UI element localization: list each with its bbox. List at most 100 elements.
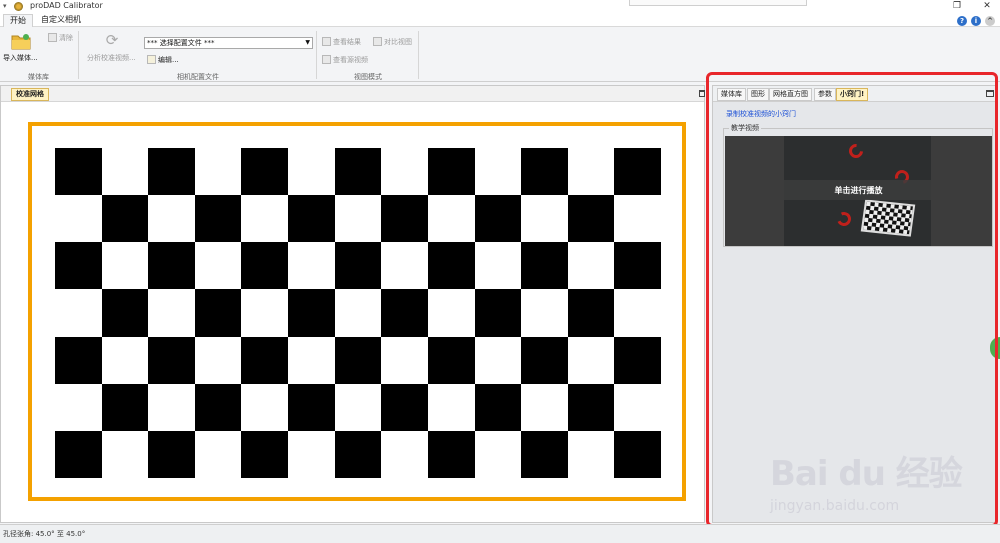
restore-button[interactable]: ❐ xyxy=(950,1,964,12)
checker-square xyxy=(55,242,102,290)
checker-square xyxy=(194,289,242,337)
ribbon-collapse-icon[interactable]: ^ xyxy=(985,16,995,26)
checker-square xyxy=(381,195,428,243)
checker-square xyxy=(55,148,102,196)
watermark-url: jingyan.baidu.com xyxy=(770,498,900,514)
checker-square xyxy=(567,289,615,337)
tab-start[interactable]: 开始 xyxy=(3,14,33,27)
checker-square xyxy=(521,430,568,478)
title-bar: ▾ proDAD Calibrator ❐ ✕ xyxy=(0,0,1000,13)
checker-square xyxy=(567,195,615,243)
checker-square xyxy=(288,195,335,243)
app-window: ▾ proDAD Calibrator ❐ ✕ 开始 自定义相机 ? i ^ 导… xyxy=(0,0,1000,543)
checker-square xyxy=(474,195,522,243)
quick-access-dropdown-icon[interactable]: ▾ xyxy=(3,2,10,11)
tab-parameters[interactable]: 参数 xyxy=(814,88,836,101)
checker-square xyxy=(334,242,382,290)
checker-square xyxy=(474,383,522,431)
video-checkerboard-thumbnail xyxy=(860,199,916,237)
checker-square xyxy=(334,336,382,384)
tab-custom-camera[interactable]: 自定义相机 xyxy=(35,14,87,27)
checker-square xyxy=(614,430,661,478)
app-logo-icon xyxy=(14,2,23,11)
group-label-camera-config: 相机配置文件 xyxy=(177,73,219,81)
view-source-label: 查看源视频 xyxy=(333,56,368,64)
checker-square xyxy=(148,242,195,290)
import-folder-icon[interactable] xyxy=(11,32,31,50)
info-icon[interactable]: i xyxy=(971,16,981,26)
view-result-label: 查看结果 xyxy=(333,38,361,46)
checker-square xyxy=(614,148,661,196)
chevron-down-icon: ▼ xyxy=(305,39,310,46)
help-icon[interactable]: ? xyxy=(957,16,967,26)
ribbon-separator xyxy=(418,31,419,79)
checker-square xyxy=(194,383,242,431)
checker-square xyxy=(148,336,195,384)
tab-graphics[interactable]: 图形 xyxy=(747,88,769,101)
import-media-button[interactable]: 导入媒体... xyxy=(3,53,38,63)
checker-square xyxy=(614,242,661,290)
ribbon: 导入媒体... 清除 ⟳ 分析校准视频... *** 选择配置文件 *** ▼ … xyxy=(0,28,1000,82)
checker-square xyxy=(101,289,149,337)
group-label-media: 媒体库 xyxy=(28,73,49,81)
checker-square xyxy=(55,336,102,384)
tab-media-library[interactable]: 媒体库 xyxy=(717,88,746,101)
tips-recording-link[interactable]: 录制校准视频的小窍门 xyxy=(726,109,796,119)
config-file-select[interactable]: *** 选择配置文件 *** ▼ xyxy=(144,37,313,49)
maximize-right-panel-icon[interactable] xyxy=(986,90,994,97)
edit-icon xyxy=(147,55,156,64)
title-popup-strip xyxy=(629,0,807,6)
clear-button[interactable]: 清除 xyxy=(48,33,73,43)
checker-square xyxy=(101,195,149,243)
checker-square xyxy=(241,336,289,384)
checker-square xyxy=(241,242,289,290)
panel-tab-strip xyxy=(1,86,704,102)
checker-square xyxy=(101,383,149,431)
view-result-icon xyxy=(322,37,331,46)
checker-square xyxy=(427,148,475,196)
checker-square xyxy=(381,383,428,431)
compare-view-label: 对比视图 xyxy=(384,38,412,46)
tutorial-video-group: 教学视频 单击进行播放 xyxy=(723,123,993,247)
tutorial-video-label: 教学视频 xyxy=(729,123,761,133)
maximize-panel-icon[interactable] xyxy=(699,90,705,97)
watermark-logo: Bai du 经验 xyxy=(770,454,963,494)
play-label[interactable]: 单击进行播放 xyxy=(725,185,992,196)
ribbon-separator xyxy=(316,31,317,79)
checkerboard xyxy=(55,148,661,478)
view-source-icon xyxy=(322,55,331,64)
analyze-refresh-icon: ⟳ xyxy=(105,31,119,49)
config-file-select-value: *** 选择配置文件 *** xyxy=(147,39,215,47)
checker-square xyxy=(148,148,195,196)
ribbon-separator xyxy=(78,31,79,79)
checker-square xyxy=(194,195,242,243)
tab-calibration-grid[interactable]: 校准网格 xyxy=(11,88,49,101)
checker-square xyxy=(55,430,102,478)
checker-square xyxy=(241,430,289,478)
clear-icon xyxy=(48,33,57,42)
view-source-button[interactable]: 查看源视频 xyxy=(322,55,368,65)
checker-square xyxy=(148,430,195,478)
tutorial-video-player[interactable]: 单击进行播放 xyxy=(725,136,992,246)
analyze-button[interactable]: 分析校准视频... xyxy=(87,53,136,63)
close-button[interactable]: ✕ xyxy=(980,1,994,12)
checker-square xyxy=(614,336,661,384)
ribbon-tab-row: 开始 自定义相机 xyxy=(0,13,1000,27)
window-title: proDAD Calibrator xyxy=(30,1,103,10)
view-result-button[interactable]: 查看结果 xyxy=(322,37,361,47)
compare-view-icon xyxy=(373,37,382,46)
tab-grid-histogram[interactable]: 网格直方图 xyxy=(769,88,812,101)
tab-tips[interactable]: 小窍门! xyxy=(836,88,869,101)
aperture-angle-status: 孔径张角: 45.0° 至 45.0° xyxy=(3,530,86,538)
checker-square xyxy=(427,336,475,384)
checker-square xyxy=(567,383,615,431)
checker-square xyxy=(381,289,428,337)
compare-view-button[interactable]: 对比视图 xyxy=(373,37,412,47)
group-label-view-mode: 视图模式 xyxy=(354,73,382,81)
checker-square xyxy=(521,242,568,290)
edit-button[interactable]: 编辑... xyxy=(147,55,179,65)
checker-square xyxy=(334,430,382,478)
checker-square xyxy=(521,148,568,196)
checker-square xyxy=(241,148,289,196)
checkerboard-frame xyxy=(28,122,686,501)
